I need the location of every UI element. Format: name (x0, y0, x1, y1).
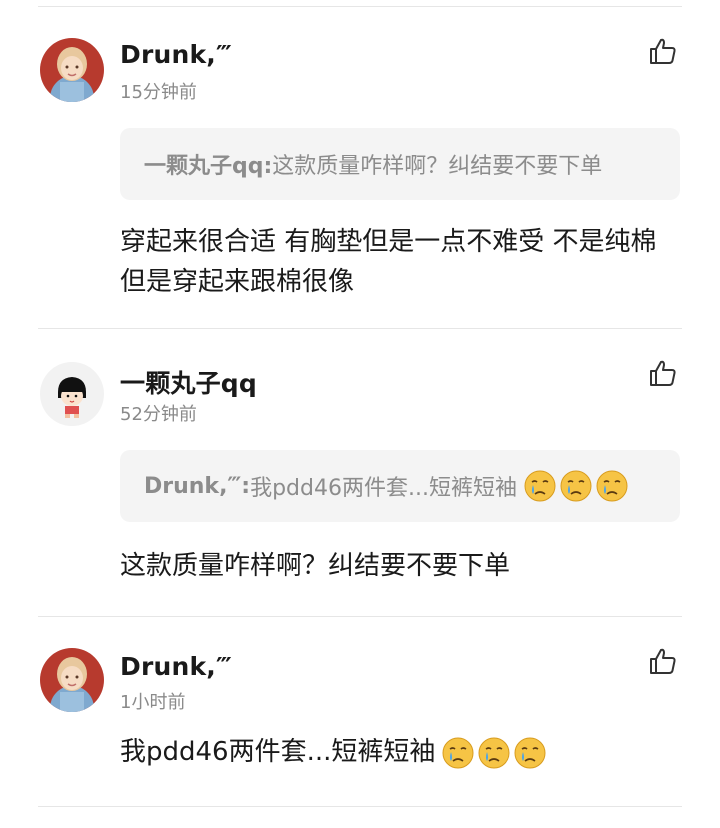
quoted-reply[interactable]: 一颗丸子qq: 这款质量咋样啊？纠结要不要下单 (120, 128, 680, 200)
timestamp: 1小时前 (120, 692, 186, 713)
quoted-reply[interactable]: Drunk,‴: 我pdd46两件套...短裤短袖 (120, 450, 680, 522)
divider (38, 616, 682, 617)
crying-face-icon (523, 469, 557, 503)
timestamp: 52分钟前 (120, 404, 197, 425)
timestamp: 15分钟前 (120, 82, 197, 103)
thumbs-up-icon[interactable] (648, 358, 678, 388)
girl-avatar-icon[interactable] (40, 38, 104, 102)
comment-text: 我pdd46两件套...短裤短袖 (120, 732, 680, 772)
comment-text-body: 我pdd46两件套...短裤短袖 (120, 737, 436, 767)
crying-face-icon (559, 469, 593, 503)
thumbs-up-icon[interactable] (648, 646, 678, 676)
divider (38, 328, 682, 329)
quote-text: 我pdd46两件套...短裤短袖 (250, 476, 517, 501)
quote-author: Drunk,‴: (144, 473, 251, 499)
quote-author: 一颗丸子qq: (144, 154, 273, 179)
thumbs-up-icon[interactable] (648, 36, 678, 66)
emoji-group (523, 469, 631, 503)
comments-screen: Drunk,‴ 15分钟前 一颗丸子qq: 这款质量咋样啊？纠结要不要下单 穿起… (0, 0, 720, 828)
girl-avatar-icon[interactable] (40, 648, 104, 712)
crying-face-icon (441, 736, 475, 770)
username[interactable]: Drunk,‴ (120, 652, 232, 681)
comment-text: 这款质量咋样啊？纠结要不要下单 (120, 551, 511, 581)
crying-face-icon (595, 469, 629, 503)
divider (38, 806, 682, 807)
username[interactable]: Drunk,‴ (120, 40, 232, 69)
crying-face-icon (513, 736, 547, 770)
quote-text: 这款质量咋样啊？纠结要不要下单 (272, 154, 603, 179)
username[interactable]: 一颗丸子qq (120, 364, 257, 400)
divider (38, 6, 682, 7)
comment-text: 穿起来很合适 有胸垫但是一点不难受 不是纯棉但是穿起来跟棉很像 (120, 227, 657, 297)
emoji-group (441, 736, 549, 770)
crying-face-icon (477, 736, 511, 770)
cartoon-girl-avatar-icon[interactable] (40, 362, 104, 426)
